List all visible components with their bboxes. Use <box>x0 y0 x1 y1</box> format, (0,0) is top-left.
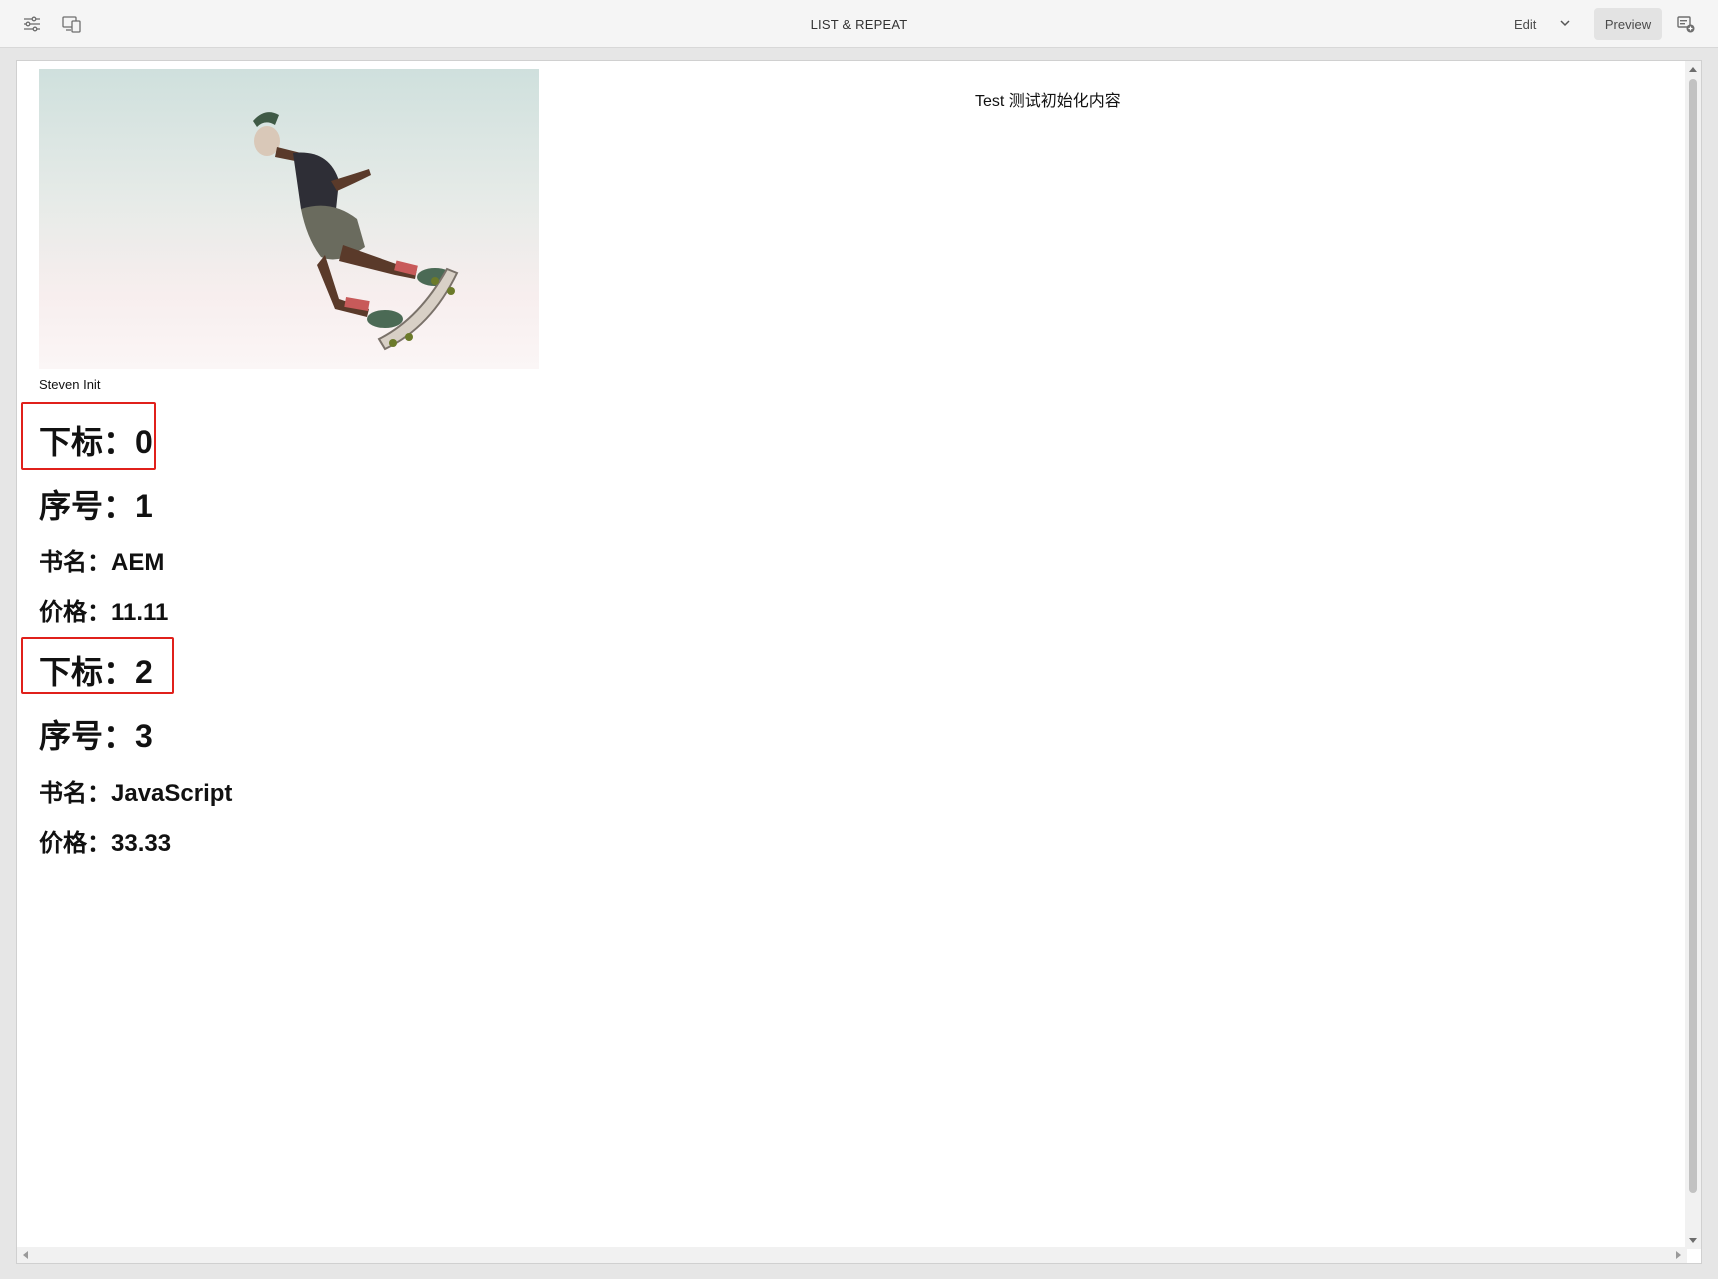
image-caption: Steven Init <box>39 377 101 392</box>
mode-label: Edit <box>1514 16 1537 32</box>
item-price: 价格：33.33 <box>39 830 172 857</box>
item-index: 下标：0 <box>39 424 153 460</box>
mode-dropdown[interactable]: Edit <box>1500 8 1582 40</box>
item-book-name: 书名：JavaScript <box>39 780 233 807</box>
page-title: LIST & REPEAT <box>810 16 908 32</box>
item-number: 序号：1 <box>39 488 153 524</box>
scrollbar-thumb[interactable] <box>1689 79 1697 1193</box>
scroll-up-icon[interactable] <box>1689 67 1697 72</box>
page-frame: Test 测试初始化内容 Steven Init 下标：0 序号：1 书名：AE… <box>16 60 1702 1264</box>
preview-button[interactable]: Preview <box>1594 8 1662 40</box>
scroll-left-icon[interactable] <box>23 1251 28 1259</box>
item-book-name: 书名：AEM <box>39 549 165 576</box>
item-price: 价格：11.11 <box>39 599 169 626</box>
test-init-text: Test 测试初始化内容 <box>975 93 1121 110</box>
item-index: 下标：2 <box>39 654 153 690</box>
device-preview-icon[interactable] <box>60 12 84 36</box>
item-number: 序号：3 <box>39 718 153 754</box>
top-toolbar: LIST & REPEAT Edit Preview <box>0 0 1718 48</box>
scroll-down-icon[interactable] <box>1689 1238 1697 1243</box>
annotation-add-icon[interactable] <box>1674 12 1698 36</box>
skateboarder-image <box>39 69 539 369</box>
chevron-down-icon <box>1558 16 1572 33</box>
vertical-scrollbar[interactable] <box>1685 61 1701 1249</box>
scroll-right-icon[interactable] <box>1676 1251 1681 1259</box>
sliders-icon[interactable] <box>20 12 44 36</box>
horizontal-scrollbar[interactable] <box>17 1247 1687 1263</box>
